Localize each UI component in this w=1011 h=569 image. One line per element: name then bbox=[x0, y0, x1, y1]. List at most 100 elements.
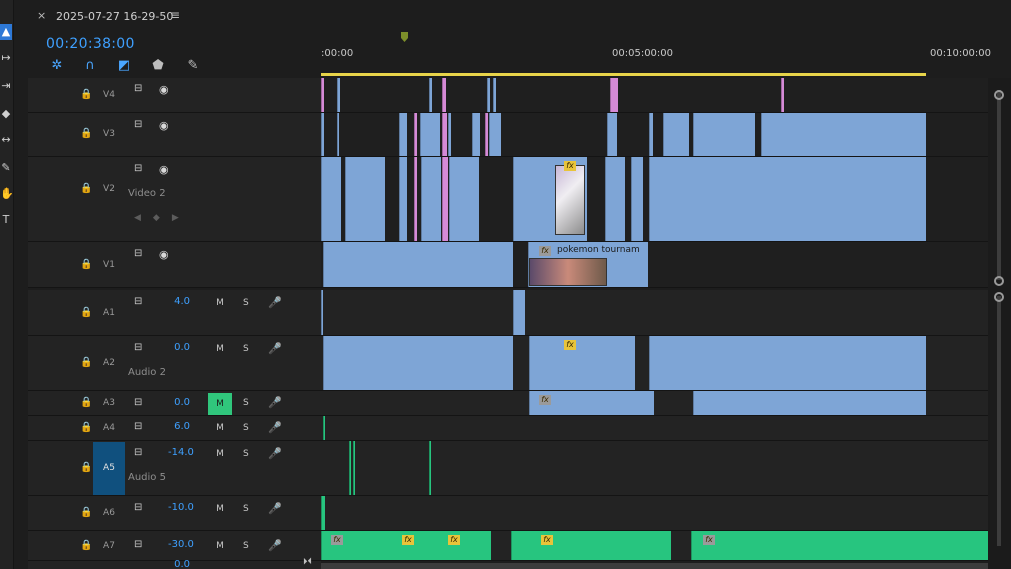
sync-lock-icon[interactable]: ⊟ bbox=[134, 83, 142, 94]
lock-icon[interactable]: 🔒 bbox=[80, 259, 92, 270]
clip[interactable] bbox=[421, 157, 441, 241]
clip[interactable] bbox=[489, 113, 501, 156]
clip[interactable] bbox=[493, 78, 496, 112]
sync-lock-icon[interactable]: ⊟ bbox=[134, 539, 142, 550]
solo-button[interactable]: S bbox=[243, 541, 249, 551]
clip[interactable] bbox=[761, 113, 926, 156]
scroll-zoom-handle[interactable] bbox=[994, 292, 1004, 302]
clip[interactable] bbox=[691, 531, 988, 560]
playhead-marker-icon[interactable] bbox=[401, 32, 408, 42]
clip[interactable] bbox=[429, 78, 432, 112]
master-volume[interactable]: 0.0 bbox=[168, 559, 190, 569]
mute-button[interactable]: M bbox=[208, 293, 232, 313]
track-volume[interactable]: -10.0 bbox=[168, 502, 194, 513]
ripple-edit-tool-icon[interactable]: ⇥ bbox=[0, 78, 12, 94]
clip[interactable] bbox=[649, 336, 926, 390]
solo-button[interactable]: S bbox=[243, 504, 249, 514]
clip[interactable] bbox=[605, 157, 625, 241]
visibility-eye-icon[interactable]: ◉ bbox=[159, 248, 169, 261]
lock-icon[interactable]: 🔒 bbox=[80, 128, 92, 139]
track-name[interactable]: A7 bbox=[98, 541, 120, 551]
mute-button[interactable]: M bbox=[208, 393, 232, 415]
track-name[interactable]: V3 bbox=[98, 129, 120, 139]
clip[interactable] bbox=[323, 336, 513, 390]
voiceover-mic-icon[interactable]: 🎤 bbox=[268, 421, 282, 434]
lock-icon[interactable]: 🔒 bbox=[80, 397, 92, 408]
lane-a7[interactable]: fx fx fx fx fx bbox=[321, 531, 988, 561]
clip[interactable] bbox=[420, 113, 440, 156]
voiceover-mic-icon[interactable]: 🎤 bbox=[268, 502, 282, 515]
lock-icon[interactable]: 🔒 bbox=[80, 89, 92, 100]
track-name[interactable]: V1 bbox=[98, 260, 120, 270]
clip[interactable] bbox=[449, 157, 479, 241]
visibility-eye-icon[interactable]: ◉ bbox=[159, 119, 169, 132]
lane-v2[interactable]: fx bbox=[321, 157, 988, 242]
track-volume[interactable]: 0.0 bbox=[168, 342, 190, 353]
clip[interactable] bbox=[414, 113, 417, 156]
sequence-name[interactable]: 2025-07-27 16-29-50 bbox=[56, 10, 173, 23]
clip[interactable] bbox=[349, 441, 351, 495]
clip[interactable] bbox=[487, 78, 490, 112]
clip[interactable] bbox=[353, 441, 355, 495]
close-tab-icon[interactable]: × bbox=[37, 9, 46, 22]
lane-a5[interactable] bbox=[321, 441, 988, 496]
track-volume[interactable]: -14.0 bbox=[168, 447, 194, 458]
sync-lock-icon[interactable]: ⊟ bbox=[134, 248, 142, 259]
solo-button[interactable]: S bbox=[243, 398, 249, 408]
solo-button[interactable]: S bbox=[243, 344, 249, 354]
playhead-timecode[interactable]: 00:20:38:00 bbox=[46, 36, 135, 52]
scroll-zoom-handle[interactable] bbox=[994, 276, 1004, 286]
lane-v4[interactable] bbox=[321, 78, 988, 113]
lane-a1[interactable] bbox=[321, 290, 988, 336]
voiceover-mic-icon[interactable]: 🎤 bbox=[268, 539, 282, 552]
time-ruler[interactable]: :00:00 00:05:00:00 00:10:00:00 bbox=[321, 32, 991, 78]
voiceover-mic-icon[interactable]: 🎤 bbox=[268, 296, 282, 309]
clip[interactable] bbox=[399, 157, 407, 241]
track-name[interactable]: A1 bbox=[98, 308, 120, 318]
video-scrollbar[interactable] bbox=[997, 90, 1001, 280]
clip[interactable] bbox=[442, 113, 447, 156]
solo-button[interactable]: S bbox=[243, 298, 249, 308]
track-name[interactable]: A5 bbox=[93, 442, 125, 495]
clip[interactable] bbox=[442, 78, 446, 112]
visibility-eye-icon[interactable]: ◉ bbox=[159, 83, 169, 96]
clip[interactable] bbox=[781, 78, 784, 112]
lane-a4[interactable] bbox=[321, 416, 988, 441]
track-name[interactable]: V2 bbox=[98, 184, 120, 194]
lock-icon[interactable]: 🔒 bbox=[80, 462, 92, 473]
clip[interactable] bbox=[399, 113, 407, 156]
mute-button[interactable]: M bbox=[208, 418, 232, 438]
clip[interactable] bbox=[472, 113, 480, 156]
solo-button[interactable]: S bbox=[243, 449, 249, 459]
track-name[interactable]: A2 bbox=[98, 358, 120, 368]
mute-button[interactable]: M bbox=[208, 339, 232, 359]
clip[interactable] bbox=[513, 290, 525, 335]
lock-icon[interactable]: 🔒 bbox=[80, 307, 92, 318]
sync-lock-icon[interactable]: ⊟ bbox=[134, 163, 142, 174]
clip[interactable] bbox=[607, 113, 617, 156]
track-name[interactable]: A3 bbox=[98, 398, 120, 408]
mute-button[interactable]: M bbox=[208, 499, 232, 519]
clip[interactable] bbox=[485, 113, 488, 156]
mute-button[interactable]: M bbox=[208, 536, 232, 556]
slip-tool-icon[interactable]: ↔ bbox=[0, 132, 12, 148]
clip[interactable] bbox=[321, 290, 323, 335]
lane-a2[interactable]: fx bbox=[321, 336, 988, 391]
voiceover-mic-icon[interactable]: 🎤 bbox=[268, 396, 282, 409]
sync-lock-icon[interactable]: ⊟ bbox=[134, 502, 142, 513]
panel-menu-icon[interactable]: ≡ bbox=[170, 8, 180, 22]
keyframe-navigator[interactable]: ◀◆▶ bbox=[134, 213, 191, 223]
clip[interactable] bbox=[442, 157, 448, 241]
clip[interactable] bbox=[321, 78, 324, 112]
lock-icon[interactable]: 🔒 bbox=[80, 507, 92, 518]
track-area[interactable]: fx pokemon tournam fx fx fx fx fx fx fx … bbox=[321, 78, 988, 569]
clip[interactable] bbox=[321, 157, 341, 241]
clip[interactable] bbox=[511, 531, 671, 560]
add-marker-icon[interactable]: ⬟ bbox=[150, 58, 166, 74]
sync-lock-icon[interactable]: ⊟ bbox=[134, 397, 142, 408]
sync-lock-icon[interactable]: ⊟ bbox=[134, 421, 142, 432]
lane-v3[interactable] bbox=[321, 113, 988, 157]
nest-toggle-icon[interactable]: ✲ bbox=[49, 58, 65, 74]
type-tool-icon[interactable]: T bbox=[0, 212, 12, 228]
vertical-scroll-area[interactable] bbox=[988, 78, 1011, 569]
